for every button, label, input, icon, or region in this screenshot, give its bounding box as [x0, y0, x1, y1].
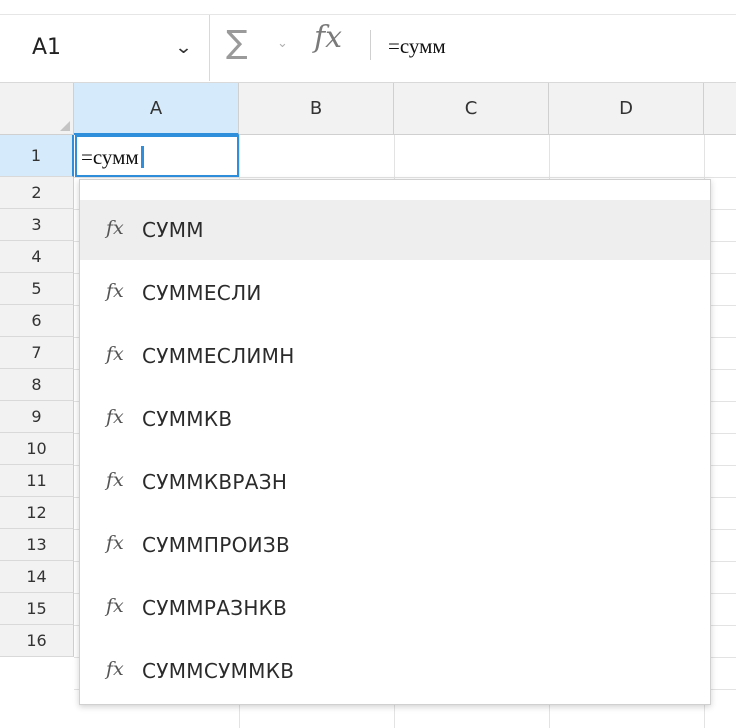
- column-header-e[interactable]: [704, 83, 736, 135]
- row-header[interactable]: 8: [0, 369, 74, 401]
- function-icon: fx: [106, 343, 124, 365]
- row-header[interactable]: 15: [0, 593, 74, 625]
- autocomplete-item[interactable]: fx СУММЕСЛИМН: [80, 326, 710, 386]
- autocomplete-item-label: СУММКВ: [142, 407, 233, 431]
- function-icon: fx: [106, 469, 124, 491]
- row-header[interactable]: 2: [0, 177, 74, 209]
- row-header[interactable]: 5: [0, 273, 74, 305]
- autocomplete-item-label: СУММПРОИЗВ: [142, 533, 291, 557]
- divider: [370, 30, 371, 60]
- name-box[interactable]: A1 ⌄: [0, 15, 210, 81]
- cell-editor-text[interactable]: =сумм: [81, 145, 144, 170]
- active-cell-a1[interactable]: =сумм: [75, 135, 239, 177]
- function-icon: fx: [106, 217, 124, 239]
- select-all-icon: [60, 121, 70, 131]
- function-icon: fx: [106, 406, 124, 428]
- autocomplete-item[interactable]: fx СУММ: [80, 200, 710, 260]
- row-header[interactable]: 13: [0, 529, 74, 561]
- column-header-a[interactable]: A: [74, 83, 239, 135]
- row-header[interactable]: 9: [0, 401, 74, 433]
- function-icon: fx: [106, 595, 124, 617]
- autocomplete-item[interactable]: fx СУММСУММКВ: [80, 641, 710, 701]
- autocomplete-item[interactable]: fx СУММРАЗНКВ: [80, 578, 710, 638]
- formula-input[interactable]: =сумм: [388, 34, 446, 59]
- gridline: [74, 177, 736, 178]
- spreadsheet-grid: A B C D 1 2 3 4 5 6 7 8 9 10 11 12 13 14…: [0, 83, 736, 728]
- autocomplete-item-label: СУММЕСЛИ: [142, 281, 262, 305]
- row-header[interactable]: 6: [0, 305, 74, 337]
- column-header-d[interactable]: D: [549, 83, 704, 135]
- row-header[interactable]: 12: [0, 497, 74, 529]
- autocomplete-item[interactable]: fx СУММЕСЛИ: [80, 263, 710, 323]
- autocomplete-item-label: СУММСУММКВ: [142, 659, 295, 683]
- function-autocomplete-list: fx СУММ fx СУММЕСЛИ fx СУММЕСЛИМН fx СУМ…: [79, 179, 711, 705]
- row-header[interactable]: 1: [0, 135, 74, 177]
- function-icon: fx: [106, 658, 124, 680]
- row-header[interactable]: 14: [0, 561, 74, 593]
- cell-reference: A1: [32, 35, 62, 60]
- autocomplete-item-label: СУММРАЗНКВ: [142, 596, 288, 620]
- text-caret: [140, 146, 144, 168]
- column-header-b[interactable]: B: [239, 83, 394, 135]
- row-header[interactable]: 16: [0, 625, 74, 657]
- select-all-corner[interactable]: [0, 83, 74, 135]
- autocomplete-item-label: СУММЕСЛИМН: [142, 344, 295, 368]
- cell-value: =сумм: [81, 145, 139, 169]
- chevron-down-icon[interactable]: ⌄: [277, 36, 288, 51]
- formula-bar: A1 ⌄ ∑ ⌄ fx =сумм: [0, 0, 736, 83]
- toolbar-edge: [0, 0, 736, 15]
- function-icon[interactable]: fx: [314, 23, 342, 53]
- row-header[interactable]: 11: [0, 465, 74, 497]
- autocomplete-item[interactable]: fx СУММПРОИЗВ: [80, 515, 710, 575]
- row-header[interactable]: 7: [0, 337, 74, 369]
- autocomplete-item[interactable]: fx СУММКВ: [80, 389, 710, 449]
- row-header[interactable]: 10: [0, 433, 74, 465]
- sum-icon[interactable]: ∑: [226, 26, 248, 58]
- row-header[interactable]: 3: [0, 209, 74, 241]
- function-icon: fx: [106, 280, 124, 302]
- chevron-down-icon[interactable]: ⌄: [174, 37, 192, 58]
- autocomplete-item-label: СУММ: [142, 218, 204, 242]
- row-header[interactable]: 4: [0, 241, 74, 273]
- autocomplete-item-label: СУММКВРАЗН: [142, 470, 288, 494]
- column-header-c[interactable]: C: [394, 83, 549, 135]
- function-icon: fx: [106, 532, 124, 554]
- autocomplete-item[interactable]: fx СУММКВРАЗН: [80, 452, 710, 512]
